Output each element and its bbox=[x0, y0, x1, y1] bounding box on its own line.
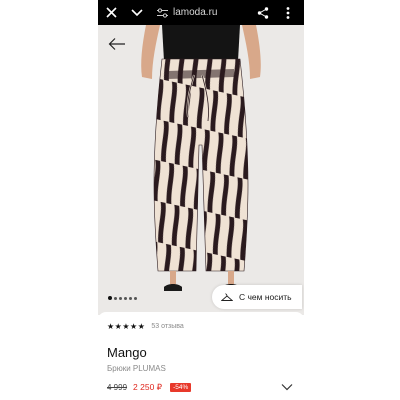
brand-name[interactable]: Mango bbox=[107, 345, 147, 360]
gallery-dot[interactable] bbox=[119, 296, 122, 300]
outfit-button-label: С чем носить bbox=[239, 292, 292, 302]
gallery-pagination bbox=[108, 296, 137, 300]
product-info-sheet: ★★★★★ 53 отзыва Mango Брюки PLUMAS 4 999… bbox=[98, 312, 304, 400]
more-vertical-icon[interactable] bbox=[281, 0, 295, 25]
discount-badge: -54% bbox=[170, 383, 192, 392]
close-icon[interactable] bbox=[102, 0, 120, 25]
gallery-dot[interactable] bbox=[124, 296, 127, 300]
reviews-count[interactable]: 53 отзыва bbox=[151, 323, 183, 330]
gallery-dot[interactable] bbox=[108, 296, 112, 300]
price-row: 4 999 2 250 ₽ -54% bbox=[107, 382, 192, 393]
gallery-dot[interactable] bbox=[129, 296, 132, 300]
product-name: Брюки PLUMAS bbox=[107, 364, 166, 373]
gallery-dot[interactable] bbox=[134, 296, 137, 300]
gallery-dot[interactable] bbox=[114, 296, 117, 300]
address-bar-url[interactable]: lamoda.ru bbox=[173, 0, 217, 25]
rating-stars: ★★★★★ bbox=[107, 322, 146, 331]
share-icon[interactable] bbox=[255, 0, 271, 25]
old-price: 4 999 bbox=[107, 383, 128, 392]
browser-bar: lamoda.ru bbox=[98, 0, 304, 25]
chevron-down-icon[interactable] bbox=[128, 0, 146, 25]
product-image-gallery[interactable]: С чем носить bbox=[98, 25, 304, 315]
phone-screen: lamoda.ru С чем носить ★★★★★ 53 отзыва M… bbox=[98, 0, 304, 400]
new-price: 2 250 ₽ bbox=[133, 382, 163, 392]
rating-row[interactable]: ★★★★★ 53 отзыва bbox=[107, 322, 184, 331]
chevron-down-icon[interactable] bbox=[281, 382, 293, 392]
tune-icon[interactable] bbox=[155, 0, 169, 25]
hanger-icon bbox=[221, 292, 233, 301]
product-photo bbox=[141, 25, 261, 291]
back-arrow-icon[interactable] bbox=[108, 37, 126, 51]
outfit-suggestions-button[interactable]: С чем носить bbox=[212, 285, 302, 309]
